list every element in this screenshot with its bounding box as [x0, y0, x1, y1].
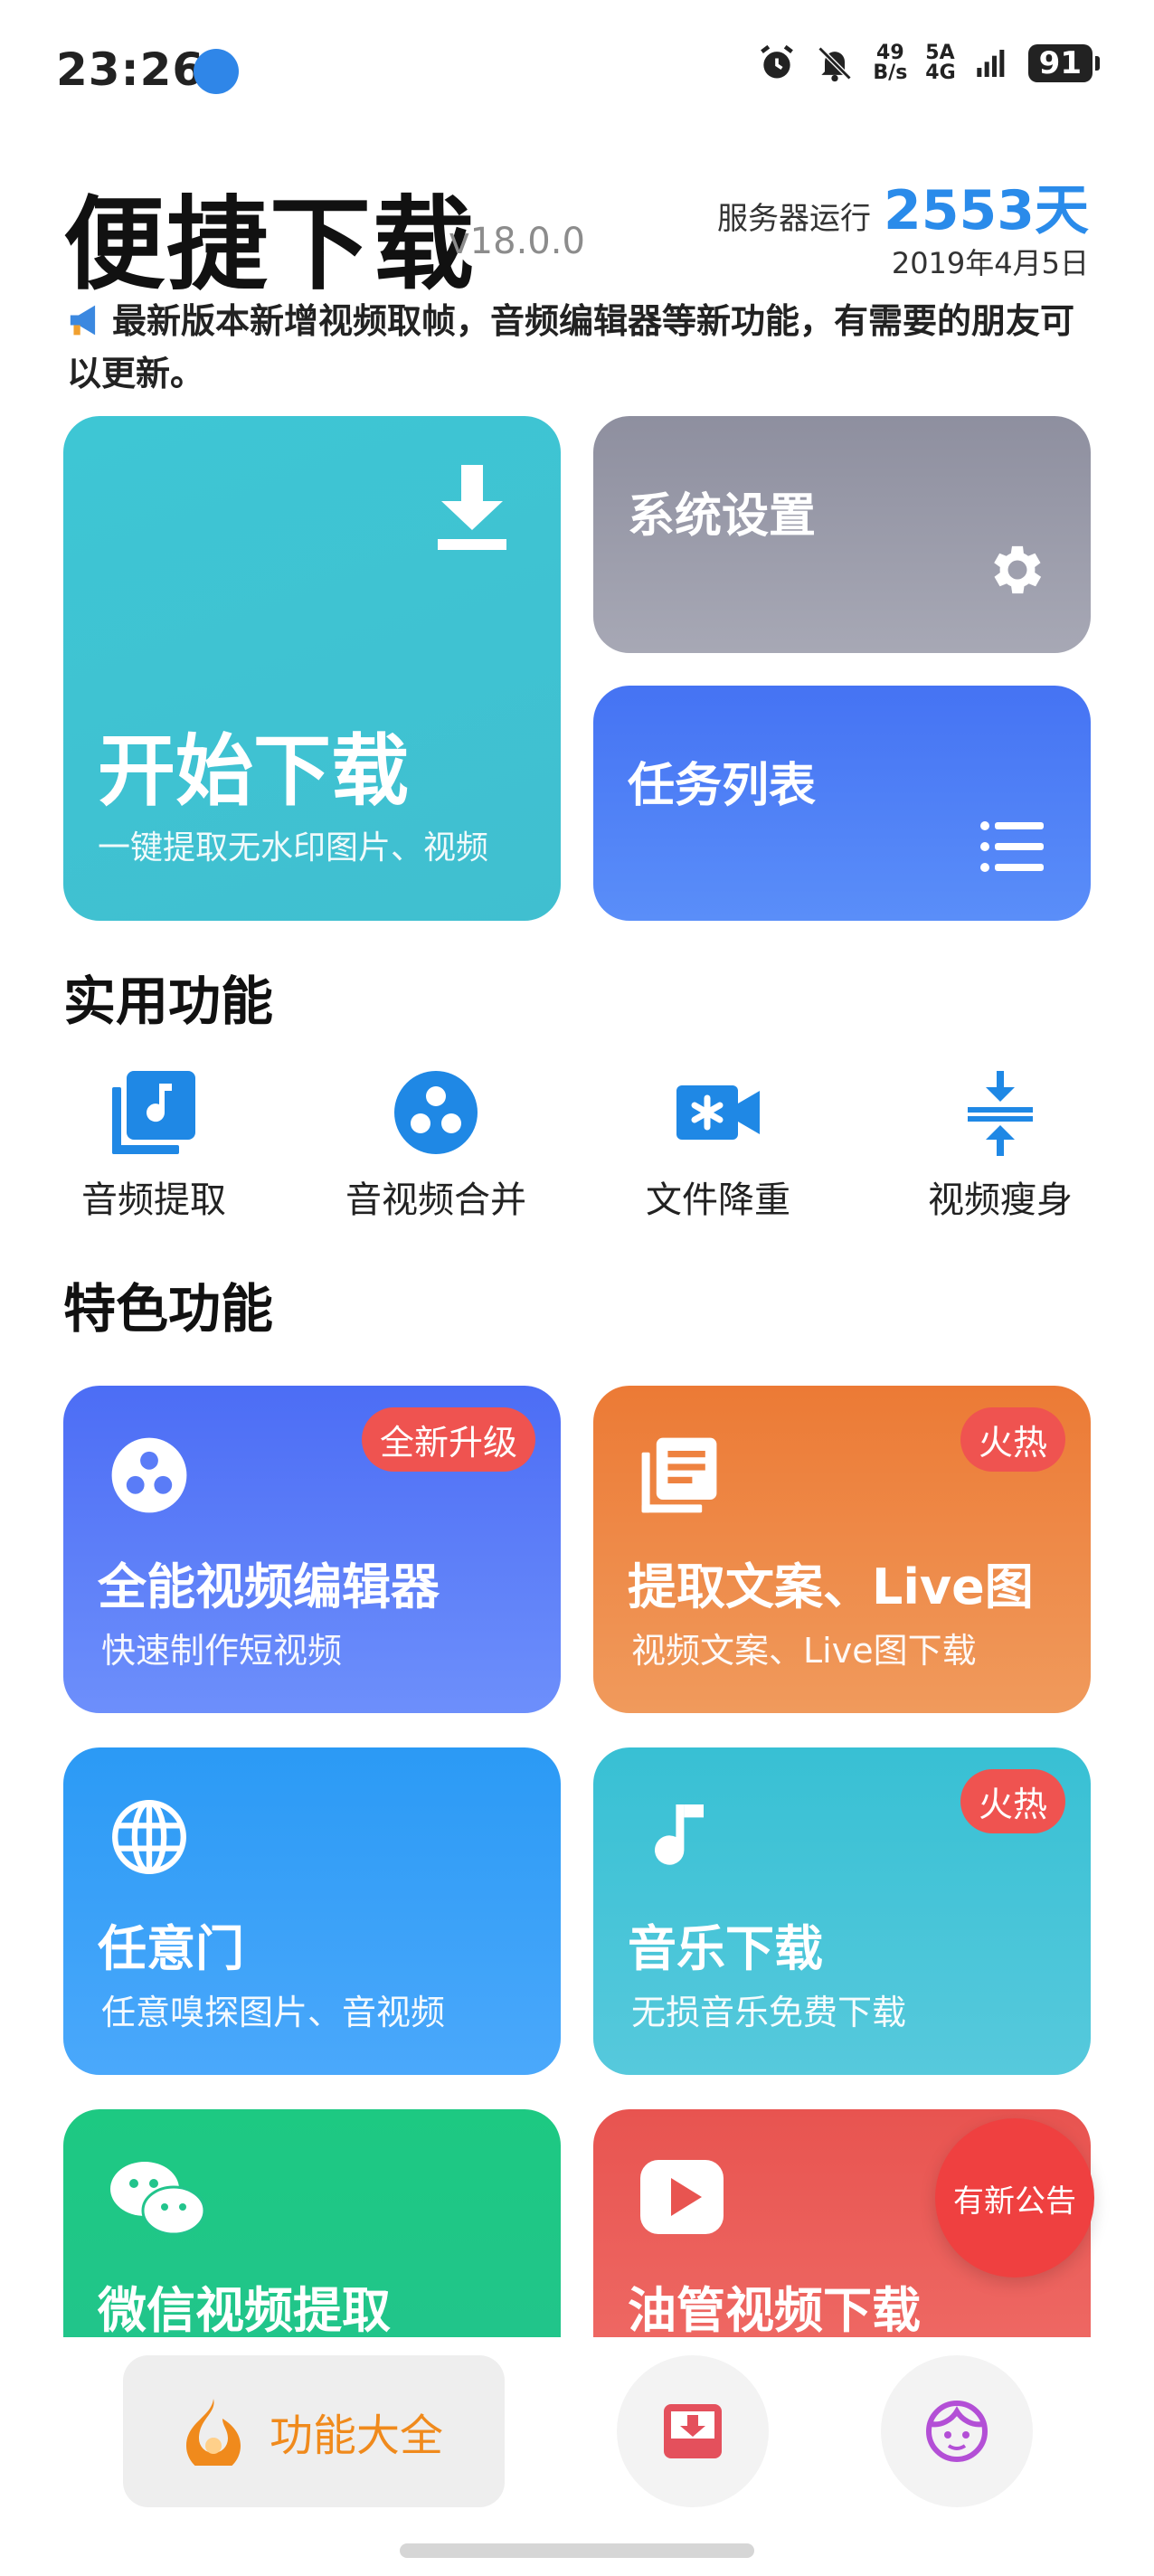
audio-extract-icon: [112, 1071, 195, 1154]
music-download-subtitle: 无损音乐免费下载: [631, 1993, 907, 2032]
document-stack-icon: [641, 1437, 717, 1513]
extract-copy-live-card[interactable]: 火热 提取文案、Live图 视频文案、Live图下载: [593, 1386, 1091, 1713]
video-editor-title: 全能视频编辑器: [98, 1558, 440, 1615]
globe-grid-icon: [112, 1800, 186, 1874]
music-note-icon: [655, 1804, 704, 1865]
feature-label: 文件降重: [646, 1179, 790, 1221]
task-list-card[interactable]: 任务列表: [593, 686, 1091, 921]
tasks-title: 任务列表: [628, 759, 817, 813]
alarm-icon: [761, 44, 794, 79]
server-label: 服务器运行: [717, 201, 871, 237]
any-door-title: 任意门: [98, 1920, 244, 1977]
feature-audio-extract[interactable]: 音频提取: [18, 1067, 289, 1223]
badge-hot: 火热: [960, 1407, 1065, 1472]
settings-title: 系统设置: [628, 489, 817, 544]
notice-banner[interactable]: 最新版本新增视频取帧，音频编辑器等新功能，有需要的朋友可以更新。: [67, 295, 1089, 400]
app-title: 便捷下载: [63, 186, 476, 304]
server-days: 2553天: [884, 179, 1089, 242]
badge-hot: 火热: [960, 1769, 1065, 1833]
compress-icon: [968, 1071, 1033, 1156]
status-time: 23:26: [56, 43, 205, 96]
nav-active-label: 功能大全: [269, 2410, 443, 2461]
extract-copy-title: 提取文案、Live图: [628, 1558, 1034, 1615]
wechat-icon: [110, 2162, 206, 2236]
video-editor-subtitle: 快速制作短视频: [101, 1631, 343, 1671]
net-speed: 49 B/s: [873, 42, 908, 84]
globe-icon: [194, 49, 239, 94]
practical-section-title: 实用功能: [63, 971, 274, 1032]
server-date: 2019年4月5日: [891, 246, 1089, 280]
feature-file-dedupe[interactable]: 文件降重: [582, 1067, 854, 1223]
feature-label: 音频提取: [81, 1179, 226, 1221]
mute-bell-icon: [818, 46, 852, 82]
signal-bars-icon: [977, 50, 1005, 77]
download-icon: [438, 465, 506, 550]
server-uptime: 服务器运行 2553天: [717, 166, 1089, 245]
music-download-card[interactable]: 火热 音乐下载 无损音乐免费下载: [593, 1747, 1091, 2075]
feature-label: 音视频合并: [345, 1179, 526, 1221]
face-icon: [926, 2401, 988, 2462]
video-editor-card[interactable]: 全新升级 全能视频编辑器 快速制作短视频: [63, 1386, 561, 1713]
nav-downloads[interactable]: [617, 2355, 769, 2507]
download-title: 开始下载: [98, 726, 409, 817]
home-indicator[interactable]: [400, 2543, 754, 2558]
nav-all-features[interactable]: 功能大全: [123, 2355, 505, 2507]
merge-icon: [394, 1071, 478, 1154]
youtube-download-title: 油管视频下载: [628, 2282, 921, 2339]
notice-text: 最新版本新增视频取帧，音频编辑器等新功能，有需要的朋友可以更新。: [67, 301, 1075, 393]
app-version: v18.0.0: [449, 221, 585, 262]
feature-label: 视频瘦身: [928, 1179, 1073, 1221]
play-button-icon: [640, 2160, 724, 2234]
any-door-subtitle: 任意嗅探图片、音视频: [101, 1993, 446, 2032]
music-download-title: 音乐下载: [628, 1920, 823, 1977]
extract-copy-subtitle: 视频文案、Live图下载: [631, 1631, 977, 1671]
start-download-card[interactable]: 开始下载 一键提取无水印图片、视频: [63, 416, 561, 921]
special-section-title: 特色功能: [63, 1278, 274, 1340]
nav-profile[interactable]: [881, 2355, 1033, 2507]
wechat-video-title: 微信视频提取: [98, 2282, 391, 2339]
badge-new-upgrade: 全新升级: [361, 1407, 535, 1472]
list-icon: [980, 821, 1044, 872]
system-settings-card[interactable]: 系统设置: [593, 416, 1091, 653]
new-announcement-button[interactable]: 有新公告: [935, 2118, 1094, 2278]
signal-label: 5A 4G: [925, 42, 956, 84]
megaphone-icon: [70, 305, 96, 336]
download-subtitle: 一键提取无水印图片、视频: [98, 829, 489, 867]
any-door-card[interactable]: 任意门 任意嗅探图片、音视频: [63, 1747, 561, 2075]
dedupe-icon: [676, 1085, 760, 1140]
feature-video-compress[interactable]: 视频瘦身: [865, 1067, 1136, 1223]
status-icons: 49 B/s 5A 4G 91: [757, 42, 1101, 84]
flame-icon: [185, 2399, 241, 2466]
video-editor-icon: [111, 1437, 187, 1513]
feature-av-merge[interactable]: 音视频合并: [300, 1067, 572, 1223]
gear-icon: [994, 545, 1042, 594]
download-box-icon: [664, 2404, 722, 2458]
battery-indicator: 91: [1027, 44, 1101, 82]
